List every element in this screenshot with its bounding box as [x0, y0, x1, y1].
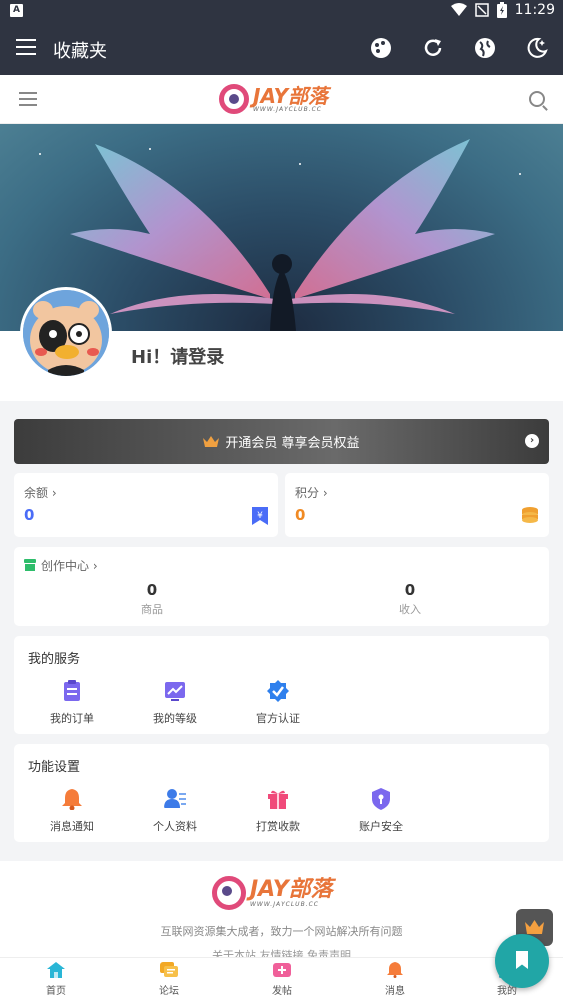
signal-off-icon: [474, 3, 489, 17]
income-label: 收入: [399, 603, 421, 616]
bell-icon: [387, 962, 403, 978]
verified-icon: [267, 680, 289, 702]
tab-home[interactable]: 首页: [26, 962, 86, 997]
profile-icon: [164, 789, 186, 808]
shield-icon: [372, 788, 390, 810]
creator-center-card: 创作中心 › 0 商品 0 收入: [14, 547, 549, 626]
logo-mark-icon: [219, 84, 249, 114]
points-label: 积分 ›: [295, 486, 328, 500]
svg-text:¥: ¥: [257, 511, 263, 521]
search-icon[interactable]: [529, 91, 545, 107]
tab-messages[interactable]: 消息: [365, 962, 425, 997]
products-value: 0: [146, 581, 158, 599]
footer-logo: JAY部落 WWW.JAYCLUB.CC: [212, 876, 333, 910]
notifications-label: 消息通知: [50, 820, 94, 833]
footer-logo-text: JAY部落: [250, 876, 333, 902]
status-bar: A 11:29: [0, 0, 563, 22]
gift-icon: [268, 790, 288, 809]
tab-forum-label: 论坛: [159, 986, 179, 997]
tab-messages-label: 消息: [385, 986, 405, 997]
vip-label: 开通会员 尊享会员权益: [225, 436, 360, 451]
settings-title: 功能设置: [28, 760, 81, 775]
income-stat[interactable]: 0 收入: [360, 581, 460, 617]
official-verification-label: 官方认证: [256, 712, 300, 725]
avatar-cartoon-image: [23, 290, 109, 376]
chart-icon: [165, 682, 185, 701]
bottom-tab-bar: 首页 论坛 发帖 消息 我的: [0, 957, 563, 1002]
my-orders-label: 我的订单: [50, 712, 94, 725]
tab-forum[interactable]: 论坛: [139, 962, 199, 997]
site-footer: JAY部落 WWW.JAYCLUB.CC 互联网资源集大成者，致力一个网站解决所…: [0, 861, 563, 962]
battery-charging-icon: [496, 2, 507, 18]
settings-card: 功能设置 消息通知 个人资料 打赏收款 账户安全: [14, 744, 549, 842]
site-logo[interactable]: JAY部落 WWW.JAYCLUB.CC: [219, 84, 328, 114]
logo-subtext: WWW.JAYCLUB.CC: [253, 105, 322, 113]
wallet-icon: ¥: [252, 507, 268, 525]
clipboard-icon: [64, 680, 80, 701]
menu-icon[interactable]: [16, 39, 36, 57]
notifications-button[interactable]: 消息通知: [32, 788, 112, 834]
creator-center-link[interactable]: 创作中心 ›: [41, 557, 98, 574]
account-security-button[interactable]: 账户安全: [341, 788, 421, 834]
income-value: 0: [404, 581, 416, 599]
footer-logo-subtext: WWW.JAYCLUB.CC: [250, 900, 319, 908]
coins-icon: [522, 507, 538, 523]
crown-icon: [203, 436, 220, 447]
clock: 11:29: [514, 2, 555, 18]
balance-label: 余额 ›: [24, 486, 57, 500]
balance-card[interactable]: 余额 › 0 ¥: [14, 473, 278, 537]
site-header: JAY部落 WWW.JAYCLUB.CC: [0, 75, 563, 124]
globe-icon[interactable]: [473, 36, 497, 60]
my-orders-button[interactable]: 我的订单: [32, 680, 112, 726]
tip-payment-label: 打赏收款: [256, 820, 300, 833]
store-icon: [24, 559, 36, 571]
site-menu-icon[interactable]: [19, 92, 37, 110]
account-security-label: 账户安全: [359, 820, 403, 833]
tab-post[interactable]: 发帖: [252, 962, 312, 997]
login-greeting[interactable]: Hi！请登录: [131, 343, 224, 369]
bell-icon: [62, 789, 82, 810]
my-services-card: 我的服务 我的订单 我的等级 官方认证: [14, 636, 549, 734]
bookmark-float-button[interactable]: [495, 934, 549, 988]
forum-icon: [160, 962, 178, 977]
footer-logo-mark-icon: [212, 876, 246, 910]
vip-banner[interactable]: 开通会员 尊享会员权益 ›: [14, 419, 549, 464]
app-bar: 收藏夹: [0, 22, 563, 75]
tab-post-label: 发帖: [272, 986, 292, 997]
home-icon: [47, 962, 65, 978]
my-level-label: 我的等级: [153, 712, 197, 725]
logo-text: JAY部落: [253, 83, 329, 108]
profile-info-button[interactable]: 个人资料: [135, 788, 215, 834]
products-label: 商品: [141, 603, 163, 616]
points-value: 0: [295, 506, 306, 524]
profile-info-label: 个人资料: [153, 820, 197, 833]
footer-description: 互联网资源集大成者，致力一个网站解决所有问题: [160, 925, 403, 938]
tab-home-label: 首页: [46, 986, 66, 997]
products-stat[interactable]: 0 商品: [102, 581, 202, 617]
night-mode-icon[interactable]: [525, 36, 549, 60]
my-level-button[interactable]: 我的等级: [135, 680, 215, 726]
my-services-title: 我的服务: [28, 652, 81, 667]
post-icon: [273, 963, 291, 977]
wifi-icon: [450, 3, 467, 16]
palette-icon[interactable]: [369, 36, 393, 60]
balance-value: 0: [24, 506, 35, 524]
avatar[interactable]: [20, 287, 112, 379]
refresh-icon[interactable]: [421, 36, 445, 60]
official-verification-button[interactable]: 官方认证: [238, 680, 318, 726]
tab-me-label: 我的: [497, 986, 517, 997]
points-card[interactable]: 积分 › 0: [285, 473, 549, 537]
tip-payment-button[interactable]: 打赏收款: [238, 788, 318, 834]
app-notification-icon: A: [10, 4, 23, 17]
chevron-right-icon: ›: [525, 434, 539, 448]
page-title: 收藏夹: [53, 41, 107, 62]
